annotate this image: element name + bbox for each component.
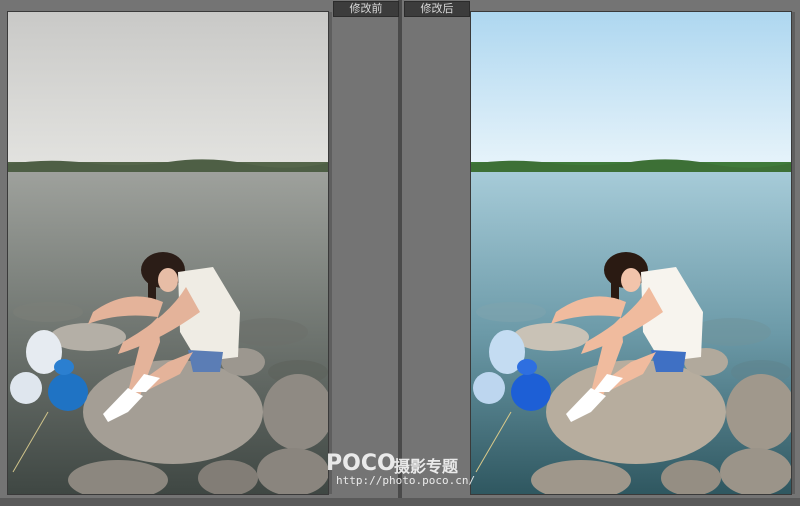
before-label: 修改前 [333, 1, 399, 17]
after-photo-edge [791, 12, 795, 494]
after-photo[interactable] [471, 12, 791, 494]
after-label: 修改后 [404, 1, 470, 17]
watermark-url: http://photo.poco.cn/ [336, 474, 476, 487]
panel-divider[interactable] [398, 0, 402, 506]
poco-logo: POCO [326, 451, 396, 476]
before-photo-edge [328, 12, 332, 494]
bottom-bar [0, 498, 800, 506]
before-photo[interactable] [8, 12, 328, 494]
poco-watermark: POCO 摄影专题 http://photo.poco.cn/ [326, 451, 486, 491]
